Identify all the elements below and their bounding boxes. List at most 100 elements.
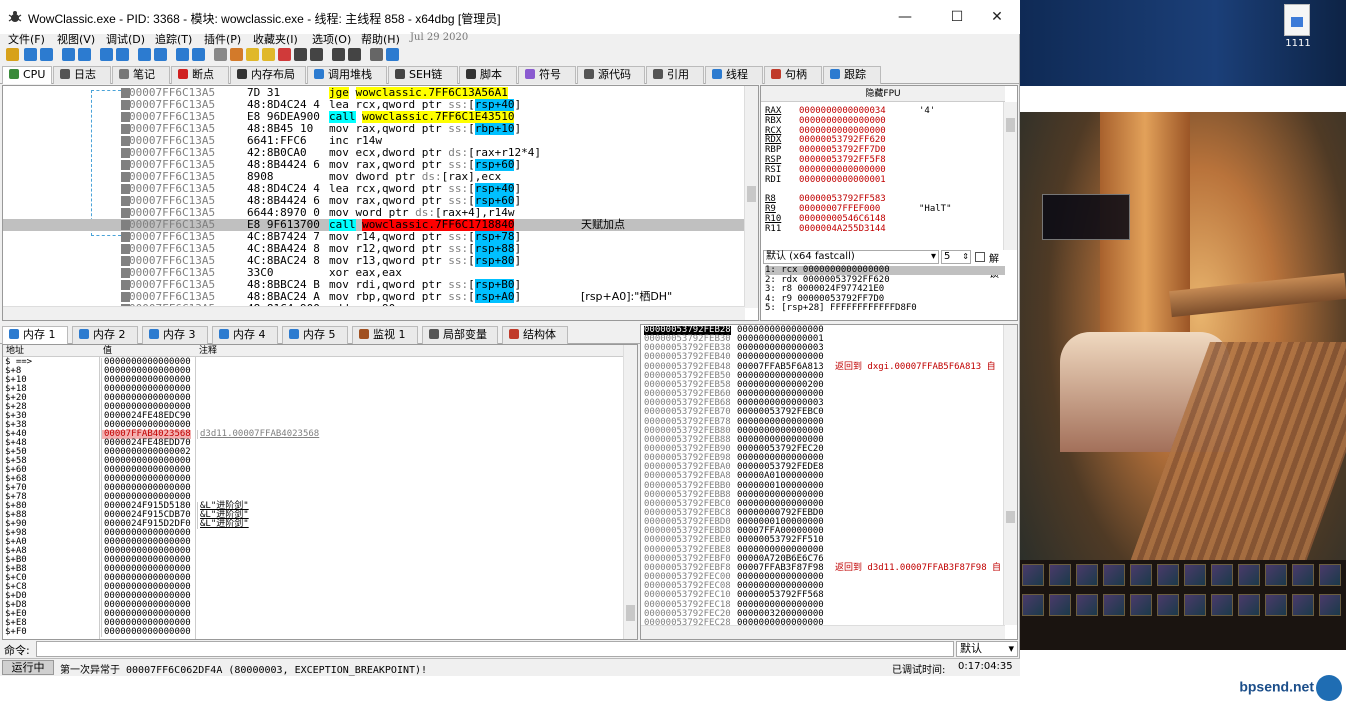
dump-row[interactable]: $+60 0000000000000000: [3, 466, 625, 475]
dump-row[interactable]: $+B8 0000000000000000: [3, 565, 625, 574]
column-address[interactable]: 地址: [6, 345, 24, 357]
strings-icon[interactable]: [332, 48, 345, 61]
tab-7[interactable]: 脚本: [459, 66, 517, 84]
file-icon[interactable]: [1284, 4, 1310, 36]
registers-scrollbar[interactable]: [1003, 102, 1017, 250]
title-bar[interactable]: WowClassic.exe - PID: 3368 - 模块: wowclas…: [0, 0, 1020, 34]
dump-row[interactable]: $+C0 0000000000000000: [3, 574, 625, 583]
memory-dump-view[interactable]: 地址 值 注释 $ ==> 0000000000000000 $+8 00000000…: [2, 344, 638, 640]
tab-9[interactable]: 源代码: [577, 66, 645, 84]
hash-icon[interactable]: [310, 48, 323, 61]
tab-13[interactable]: 跟踪: [823, 66, 881, 84]
stack-scrollbar[interactable]: [1003, 325, 1017, 625]
command-mode-select[interactable]: 默认 ▾: [956, 641, 1018, 657]
dump-row[interactable]: $+18 0000000000000000: [3, 385, 625, 394]
tab-5[interactable]: 调用堆栈: [307, 66, 387, 84]
label-icon[interactable]: [262, 48, 275, 61]
close-file-icon[interactable]: [40, 48, 53, 61]
disasm-row[interactable]: 00007FF6C13A5 4C:8B7424 7 mov r14,qword pt…: [3, 231, 745, 243]
disasm-row[interactable]: 00007FF6C13A5 4C:8BA424 8 mov r12,qword pt…: [3, 243, 745, 255]
dump-scrollbar[interactable]: [623, 345, 637, 639]
register-row[interactable]: [765, 184, 919, 194]
menu-options[interactable]: 选项(O): [312, 31, 351, 47]
dump-row[interactable]: $+78 0000000000000000: [3, 493, 625, 502]
step-over-icon[interactable]: [116, 48, 129, 61]
register-row[interactable]: RSP 00000053792FF5F8: [765, 155, 919, 165]
hide-fpu-button[interactable]: 隐藏FPU: [761, 86, 1005, 102]
dump-tab-7[interactable]: 结构体: [502, 326, 568, 344]
trace-into-icon[interactable]: [138, 48, 151, 61]
restart-icon[interactable]: [24, 48, 37, 61]
tab-11[interactable]: 线程: [705, 66, 763, 84]
argument-count-spinner[interactable]: 5 ⇕: [941, 250, 971, 264]
dump-row[interactable]: $+10 0000000000000000: [3, 376, 625, 385]
dump-row[interactable]: $+20 0000000000000000: [3, 394, 625, 403]
dump-row[interactable]: $+E8 0000000000000000: [3, 619, 625, 628]
registers-panel[interactable]: 隐藏FPU RAX 0000000000000034 '4' RBX 000000000…: [760, 85, 1018, 321]
dump-row[interactable]: $+B0 0000000000000000: [3, 556, 625, 565]
function-icon[interactable]: [294, 48, 307, 61]
dump-row[interactable]: $+8 0000000000000000: [3, 367, 625, 376]
dump-row[interactable]: $+D0 0000000000000000: [3, 592, 625, 601]
scylla-icon[interactable]: [214, 48, 227, 61]
register-row[interactable]: RSI 0000000000000000: [765, 165, 919, 175]
dump-row[interactable]: $+48 0000024FE48EDD70: [3, 439, 625, 448]
stack-horizontal-scrollbar[interactable]: [641, 625, 1005, 639]
patch-icon[interactable]: [230, 48, 243, 61]
dump-row[interactable]: $+C8 0000000000000000: [3, 583, 625, 592]
scroll-thumb[interactable]: [626, 605, 635, 621]
register-row[interactable]: RBP 00000053792FF7D0: [765, 145, 919, 155]
arguments-list[interactable]: 1: rcx 0000000000000000 2: rdx 0000005379…: [763, 266, 1005, 320]
disasm-row[interactable]: 00007FF6C13A5 48:8B4424 6 mov rax,qword pt…: [3, 159, 745, 171]
disasm-row[interactable]: 00007FF6C13A5 48:8B4424 6 mov rax,qword pt…: [3, 195, 745, 207]
step-into-icon[interactable]: [100, 48, 113, 61]
dump-row[interactable]: $+80 0000024F915D5180 &L"进阶剑": [3, 502, 625, 511]
comment-icon[interactable]: [246, 48, 259, 61]
scroll-thumb[interactable]: [1006, 511, 1015, 523]
disasm-row[interactable]: 00007FF6C13A5 6644:8970 0 mov word ptr ds:…: [3, 207, 745, 219]
disasm-row[interactable]: 00007FF6C13A5 7D 31 jge wowclassic.7FF6C13…: [3, 87, 745, 99]
menu-debug[interactable]: 调试(D): [106, 31, 145, 47]
bookmark-icon[interactable]: [278, 48, 291, 61]
register-row[interactable]: R10 00000000546C6148: [765, 214, 919, 224]
scroll-thumb[interactable]: [1006, 118, 1015, 132]
disasm-row[interactable]: 00007FF6C13A5 48:8BAC24 Amov rbp,qword pt…: [3, 291, 745, 303]
tab-3[interactable]: 断点: [171, 66, 229, 84]
tab-0[interactable]: CPU: [2, 66, 52, 84]
tab-6[interactable]: SEH链: [388, 66, 458, 84]
tab-2[interactable]: 笔记: [112, 66, 170, 84]
disasm-row[interactable]: 00007FF6C13A5 E8 9F613700 call wowclassic.…: [3, 219, 745, 231]
dump-row[interactable]: $ ==> 0000000000000000: [3, 358, 625, 367]
dump-row[interactable]: $+90 0000024F915D2DF0 &L"进阶剑": [3, 520, 625, 529]
dump-row[interactable]: $+70 0000000000000000: [3, 484, 625, 493]
menu-help[interactable]: 帮助(H): [361, 31, 400, 47]
menu-plugins[interactable]: 插件(P): [204, 31, 241, 47]
dump-row[interactable]: $+58 0000000000000000: [3, 457, 625, 466]
minimize-button[interactable]: —: [882, 0, 928, 34]
disasm-row[interactable]: 00007FF6C13A5 48:8D4C24 4 lea rcx,qword pt…: [3, 99, 745, 111]
dump-row[interactable]: $+F0 0000000000000000: [3, 628, 625, 637]
dump-tab-5[interactable]: 监视 1: [352, 326, 418, 344]
tab-10[interactable]: 引用: [646, 66, 704, 84]
register-row[interactable]: RBX 0000000000000000: [765, 116, 919, 126]
dump-row[interactable]: $+68 0000000000000000: [3, 475, 625, 484]
disasm-row[interactable]: 00007FF6C13A5 E8 96DEA900 call wowclassic.…: [3, 111, 745, 123]
menu-trace[interactable]: 追踪(T): [155, 31, 192, 47]
dump-row[interactable]: $+40 00007FFAB4023568 d3d11.00007FFAB40235…: [3, 430, 625, 439]
register-row[interactable]: RDX 00000053792FF620: [765, 135, 919, 145]
run-icon[interactable]: [62, 48, 75, 61]
register-row[interactable]: RAX 0000000000000034 '4': [765, 106, 935, 116]
execute-till-return-icon[interactable]: [176, 48, 189, 61]
disasm-row[interactable]: 00007FF6C13A5 33C0 xor eax,eax: [3, 267, 745, 279]
menu-favourites[interactable]: 收藏夹(I): [253, 31, 298, 47]
scroll-thumb[interactable]: [747, 186, 756, 202]
dump-row[interactable]: $+98 0000000000000000: [3, 529, 625, 538]
trace-over-icon[interactable]: [154, 48, 167, 61]
register-row[interactable]: R8 00000053792FF583: [765, 194, 919, 204]
stack-row[interactable]: 00000053792FEC10 00000053792FF568: [641, 591, 1005, 600]
disasm-row[interactable]: 00007FF6C13A5 42:8B0CA0 mov ecx,dword ptr …: [3, 147, 745, 159]
globe-icon[interactable]: [386, 48, 399, 61]
open-icon[interactable]: [6, 48, 19, 61]
calculator-icon[interactable]: [348, 48, 361, 61]
dump-tab-2[interactable]: 内存 3: [142, 326, 208, 344]
